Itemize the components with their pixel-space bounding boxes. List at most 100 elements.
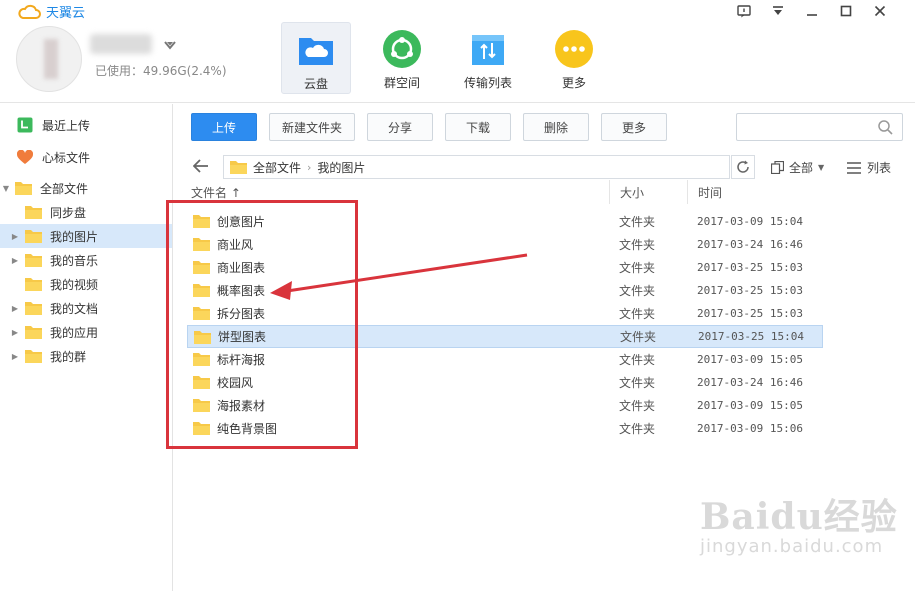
sidebar-item-label: 同步盘: [50, 205, 87, 220]
folder-icon: [230, 161, 247, 174]
breadcrumb-current[interactable]: 我的图片: [317, 159, 365, 176]
list-view-label: 列表: [867, 161, 892, 175]
file-time: 2017-03-09 15:06: [697, 422, 803, 435]
file-type: 文件夹: [619, 215, 656, 229]
file-type: 文件夹: [619, 353, 656, 367]
file-time: 2017-03-09 15:04: [697, 215, 803, 228]
folder-icon: [25, 254, 42, 267]
sidebar-item-label: 我的群: [50, 349, 87, 364]
sidebar-item-all-files[interactable]: ▼ 全部文件: [0, 176, 172, 200]
delete-button[interactable]: 删除: [523, 113, 589, 141]
collapsed-arrow-icon[interactable]: ▶: [10, 232, 20, 241]
tab-label: 云盘: [303, 77, 328, 91]
app-logo: 天翼云: [17, 2, 85, 21]
list-view-toggle[interactable]: 列表: [847, 159, 891, 176]
minimize-icon[interactable]: [795, 2, 829, 20]
watermark: Baidu经验 jingyan.baidu.com: [700, 488, 898, 557]
column-header-size[interactable]: 大小: [620, 180, 644, 204]
column-divider[interactable]: [687, 180, 688, 204]
tab-label: 更多: [561, 76, 586, 90]
back-arrow-icon[interactable]: [192, 158, 209, 177]
share-button[interactable]: 分享: [367, 113, 433, 141]
file-time: 2017-03-25 15:03: [697, 307, 803, 320]
tab-group-space[interactable]: 群空间: [367, 22, 437, 94]
group-space-icon: [383, 30, 421, 68]
file-type: 文件夹: [619, 261, 656, 275]
collapsed-arrow-icon[interactable]: ▶: [10, 352, 20, 361]
window-controls: [727, 2, 897, 20]
sidebar-item-label: 最近上传: [42, 118, 91, 133]
file-time: 2017-03-25 15:04: [698, 330, 804, 343]
new-folder-button[interactable]: 新建文件夹: [269, 113, 355, 141]
breadcrumb-root[interactable]: 全部文件: [253, 159, 301, 176]
upload-button[interactable]: 上传: [191, 113, 257, 141]
sidebar-item-my-documents[interactable]: ▶ 我的文档: [0, 296, 172, 320]
tab-cloud-disk[interactable]: 云盘: [281, 22, 351, 94]
refresh-icon[interactable]: [731, 155, 755, 179]
folder-icon: [15, 182, 32, 195]
file-time: 2017-03-24 16:46: [697, 376, 803, 389]
maximize-icon[interactable]: [829, 2, 863, 20]
more-icon: [555, 30, 593, 68]
sidebar-item-label: 我的文档: [50, 301, 99, 316]
dropdown-menu-icon[interactable]: [761, 2, 795, 20]
download-button[interactable]: 下载: [445, 113, 511, 141]
recent-upload-icon: [17, 117, 33, 133]
app-window: 天翼云 已使用：49.96G(2.4%) 云盘 群空间 传输列表 更多 最近上传…: [0, 0, 915, 591]
collapsed-arrow-icon[interactable]: ▶: [10, 256, 20, 265]
annotation-highlight-box: [166, 200, 358, 449]
folder-icon: [25, 326, 42, 339]
folder-icon: [25, 206, 42, 219]
file-time: 2017-03-09 15:05: [697, 399, 803, 412]
file-time: 2017-03-25 15:03: [697, 284, 803, 297]
more-button[interactable]: 更多: [601, 113, 667, 141]
file-type: 文件夹: [619, 284, 656, 298]
tab-more[interactable]: 更多: [539, 22, 609, 94]
column-divider[interactable]: [609, 180, 610, 204]
sidebar-item-sync-disk[interactable]: 同步盘: [0, 200, 172, 224]
sidebar-item-label: 全部文件: [40, 181, 89, 196]
folder-icon: [25, 230, 42, 243]
storage-usage: 已使用：49.96G(2.4%): [95, 64, 227, 78]
sidebar-item-my-apps[interactable]: ▶ 我的应用: [0, 320, 172, 344]
search-icon[interactable]: [878, 120, 893, 135]
app-title: 天翼云: [46, 6, 86, 21]
chevron-down-icon: ▼: [818, 163, 825, 172]
sidebar-item-label: 心标文件: [42, 150, 91, 165]
username-redacted: [90, 34, 152, 54]
filter-all-label: 全部: [789, 161, 814, 175]
feedback-icon[interactable]: [727, 2, 761, 20]
column-header-time[interactable]: 时间: [698, 180, 722, 204]
expanded-arrow-icon[interactable]: ▼: [1, 184, 11, 193]
sidebar-item-starred[interactable]: 心标文件: [0, 145, 172, 169]
header: 天翼云 已使用：49.96G(2.4%) 云盘 群空间 传输列表 更多: [0, 0, 915, 103]
folder-icon: [25, 350, 42, 363]
filter-all-dropdown[interactable]: 全部 ▼: [771, 159, 824, 176]
file-time: 2017-03-25 15:03: [697, 261, 803, 274]
file-time: 2017-03-24 16:46: [697, 238, 803, 251]
file-type: 文件夹: [619, 376, 656, 390]
avatar[interactable]: [16, 26, 82, 92]
copy-icon: [771, 161, 784, 174]
sidebar-item-label: 我的图片: [50, 229, 99, 244]
close-icon[interactable]: [863, 2, 897, 20]
watermark-url: jingyan.baidu.com: [700, 536, 884, 557]
breadcrumb-separator-icon: ›: [307, 160, 312, 174]
sidebar-item-my-groups[interactable]: ▶ 我的群: [0, 344, 172, 368]
tab-label: 传输列表: [463, 76, 512, 90]
sidebar-item-my-music[interactable]: ▶ 我的音乐: [0, 248, 172, 272]
collapsed-arrow-icon[interactable]: ▶: [10, 304, 20, 313]
file-time: 2017-03-09 15:05: [697, 353, 803, 366]
folder-icon: [25, 302, 42, 315]
search-input[interactable]: [736, 113, 903, 141]
collapsed-arrow-icon[interactable]: ▶: [10, 328, 20, 337]
sidebar-item-recent-upload[interactable]: 最近上传: [0, 113, 172, 137]
sidebar: 最近上传 心标文件 ▼ 全部文件 同步盘 ▶ 我的图片 ▶ 我的音乐 我的视频 …: [0, 104, 173, 591]
user-menu-chevron-icon[interactable]: [163, 38, 177, 52]
file-type: 文件夹: [619, 307, 656, 321]
sidebar-item-label: 我的应用: [50, 325, 99, 340]
sidebar-item-my-videos[interactable]: 我的视频: [0, 272, 172, 296]
tab-label: 群空间: [383, 76, 420, 90]
tab-transfer-list[interactable]: 传输列表: [453, 22, 523, 94]
sidebar-item-my-pictures[interactable]: ▶ 我的图片: [0, 224, 172, 248]
